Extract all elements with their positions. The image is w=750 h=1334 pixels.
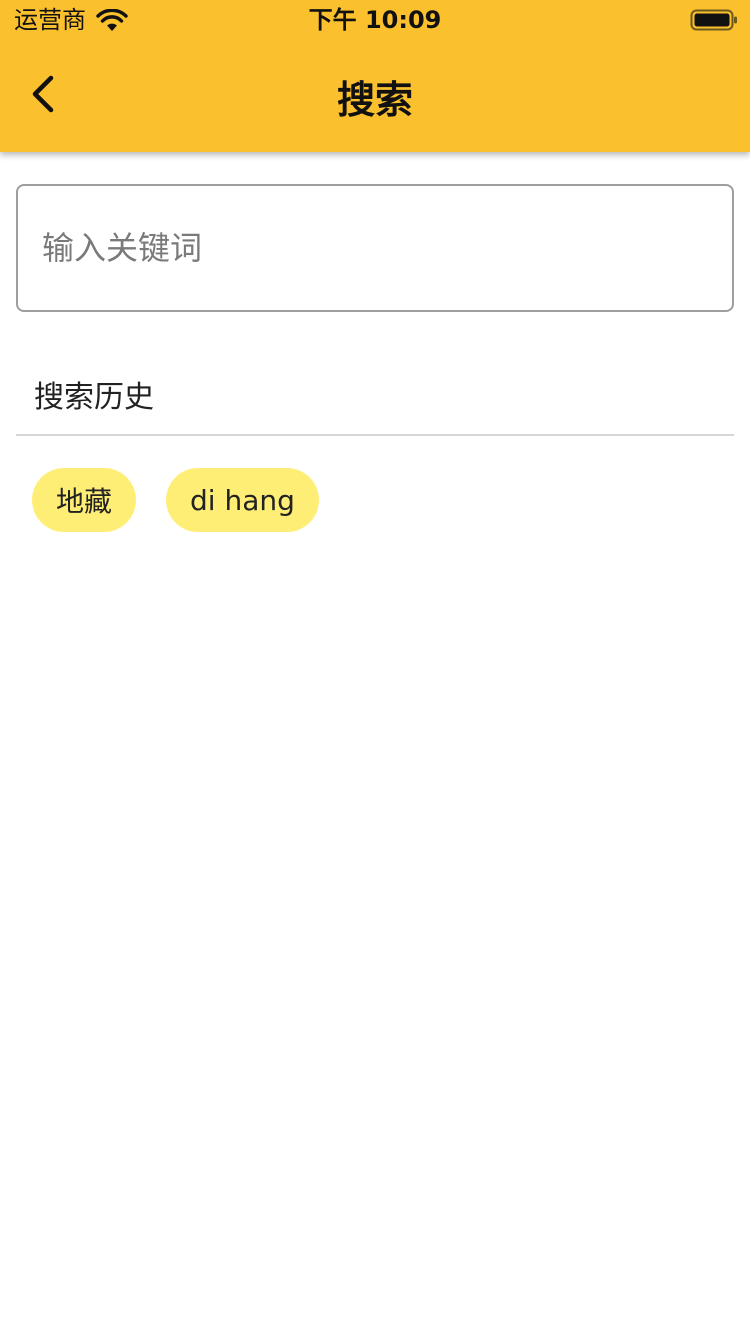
chevron-left-icon <box>32 75 54 113</box>
app-bar: 运营商 下午 10:09 搜索 <box>0 0 750 152</box>
search-history-list: 地藏 di hang <box>32 468 319 532</box>
page-title: 搜索 <box>336 77 413 122</box>
status-bar: 运营商 下午 10:09 <box>0 0 750 40</box>
divider <box>16 434 734 436</box>
back-button[interactable] <box>16 62 72 126</box>
battery-icon <box>690 9 737 31</box>
navigation-bar: 搜索 <box>0 40 750 152</box>
history-chip[interactable]: 地藏 <box>32 468 137 532</box>
search-history-title: 搜索历史 <box>34 380 154 415</box>
history-chip[interactable]: di hang <box>166 468 319 532</box>
search-input[interactable] <box>18 186 732 310</box>
status-time: 下午 10:09 <box>308 6 442 34</box>
search-box <box>16 184 734 312</box>
